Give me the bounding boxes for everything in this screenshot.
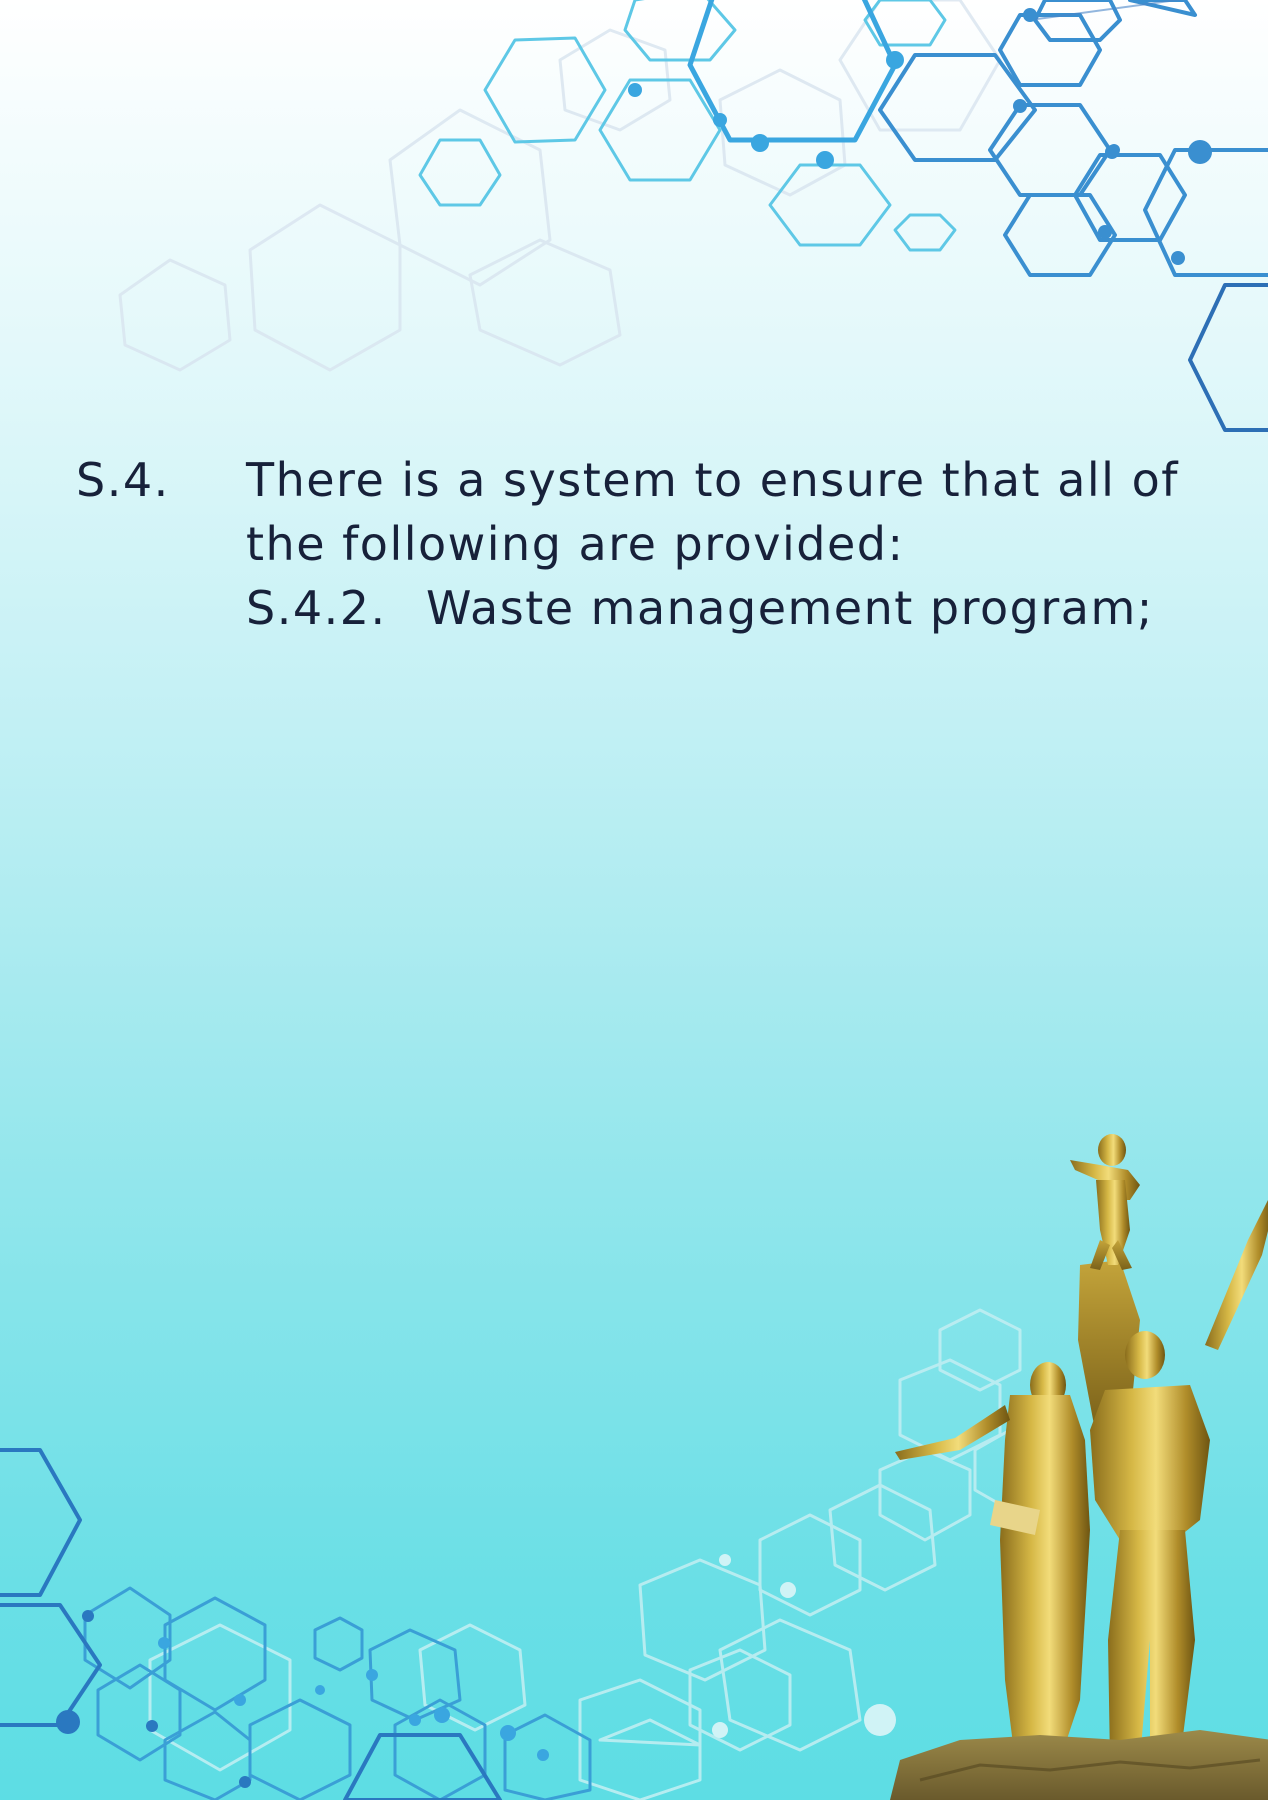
hexagon-network-top-right xyxy=(118,0,1272,432)
page-edge xyxy=(1268,0,1272,1800)
clause-block: S.4. There is a system to ensure that al… xyxy=(76,448,1186,640)
clause-number: S.4. xyxy=(76,453,170,507)
sub-item-row: S.4.2. Waste management program; xyxy=(246,576,1186,640)
clause-row: S.4. There is a system to ensure that al… xyxy=(76,448,1186,640)
clause-text: There is a system to ensure that all of … xyxy=(246,453,1179,571)
sub-item-text: Waste management program; xyxy=(426,581,1154,635)
sub-item-number: S.4.2. xyxy=(246,581,387,635)
clause-body: There is a system to ensure that all of … xyxy=(246,448,1186,640)
